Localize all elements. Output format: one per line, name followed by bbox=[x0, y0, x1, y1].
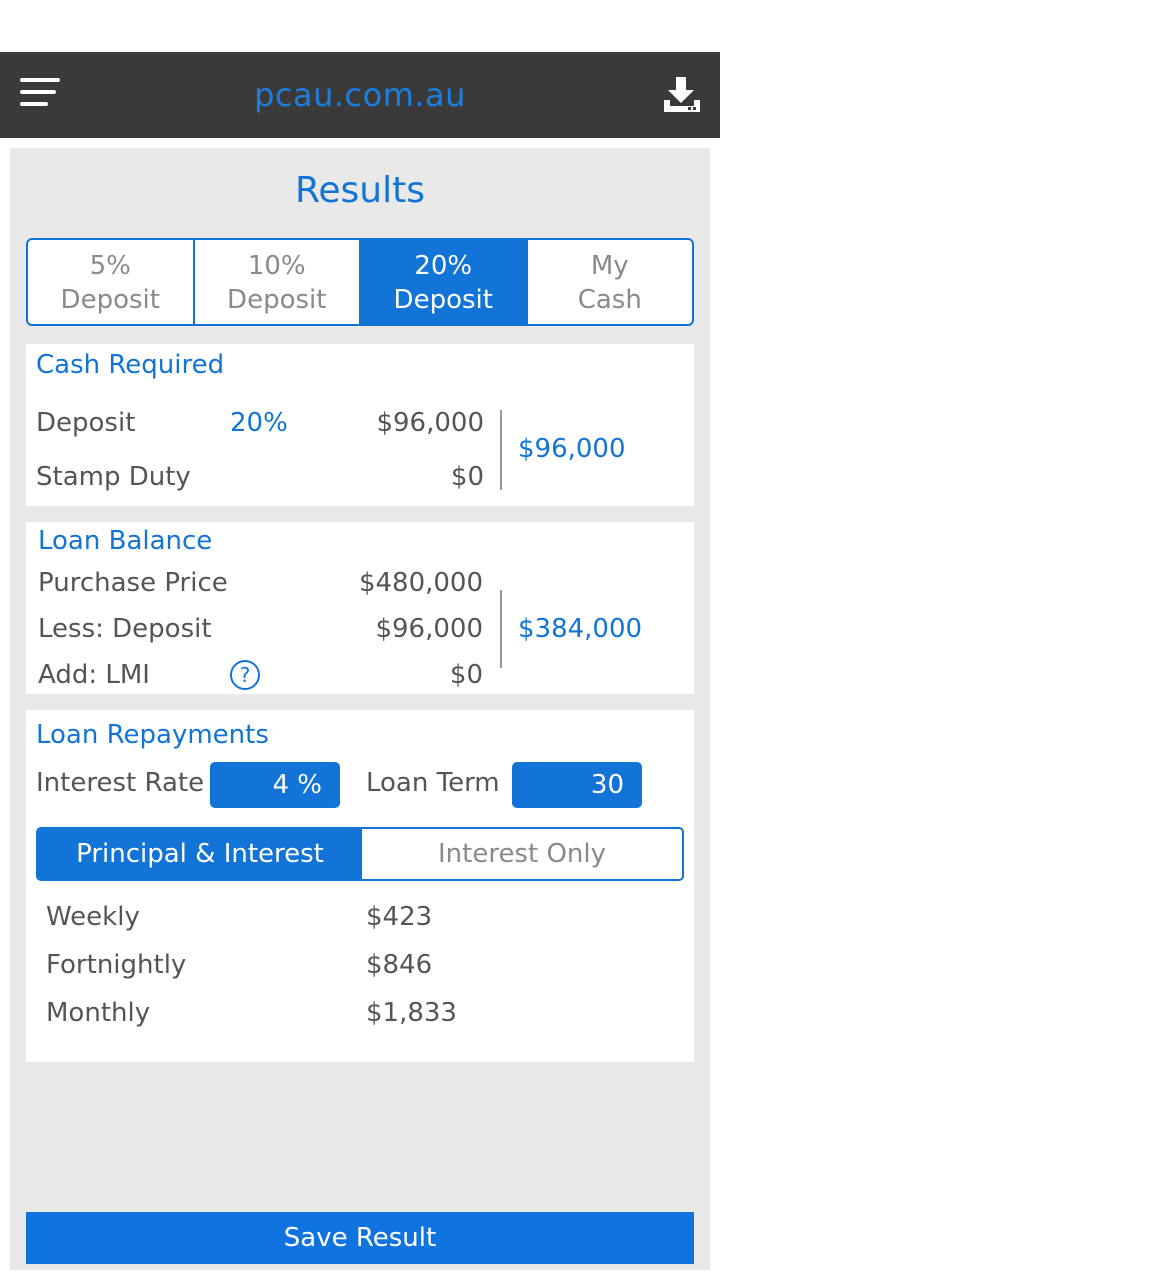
stamp-duty-value: $0 bbox=[450, 462, 484, 492]
loan-term-label: Loan Term bbox=[366, 768, 500, 798]
divider bbox=[500, 590, 502, 668]
tab-label-line2: Deposit bbox=[227, 285, 327, 315]
hamburger-menu-icon[interactable] bbox=[18, 76, 62, 116]
tab-label-line1: My bbox=[590, 251, 629, 281]
tab-label-line1: 20% bbox=[414, 251, 473, 281]
interest-rate-input[interactable]: 4 % bbox=[210, 762, 340, 808]
tab-10-percent-deposit[interactable]: 10% Deposit bbox=[195, 240, 361, 324]
top-bar: pcau.com.au bbox=[0, 52, 720, 138]
loan-repayments-title: Loan Repayments bbox=[36, 720, 269, 750]
less-deposit-value: $96,000 bbox=[375, 614, 483, 644]
deposit-value: $96,000 bbox=[376, 408, 484, 438]
divider bbox=[500, 410, 502, 490]
deposit-percent: 20% bbox=[230, 408, 288, 438]
app-screen: pcau.com.au Results 5% Deposit 10% Depos… bbox=[0, 0, 720, 1280]
tab-20-percent-deposit[interactable]: 20% Deposit bbox=[361, 240, 528, 324]
loan-balance-title: Loan Balance bbox=[38, 526, 213, 556]
tab-label-line1: 5% bbox=[89, 251, 131, 281]
tab-label-line2: Cash bbox=[577, 285, 642, 315]
interest-only-option[interactable]: Interest Only bbox=[362, 829, 682, 879]
tab-5-percent-deposit[interactable]: 5% Deposit bbox=[28, 240, 195, 324]
loan-balance-total: $384,000 bbox=[518, 614, 643, 644]
monthly-label: Monthly bbox=[46, 998, 151, 1028]
lmi-value: $0 bbox=[449, 660, 483, 690]
purchase-price-label: Purchase Price bbox=[38, 568, 228, 598]
principal-interest-option[interactable]: Principal & Interest bbox=[38, 829, 362, 879]
loan-balance-card: Loan Balance Purchase Price $480,000 Les… bbox=[26, 522, 694, 694]
fortnightly-value: $846 bbox=[366, 950, 433, 980]
save-result-button[interactable]: Save Result bbox=[26, 1212, 694, 1264]
weekly-value: $423 bbox=[366, 902, 433, 932]
results-title: Results bbox=[295, 170, 425, 211]
loan-term-input[interactable]: 30 bbox=[512, 762, 642, 808]
repayment-type-toggle: Principal & Interest Interest Only bbox=[36, 827, 684, 881]
cash-required-title: Cash Required bbox=[36, 350, 225, 380]
purchase-price-value: $480,000 bbox=[358, 568, 483, 598]
lmi-label: Add: LMI bbox=[38, 660, 150, 690]
results-panel: Results 5% Deposit 10% Deposit 20% Depos… bbox=[10, 148, 710, 1270]
weekly-label: Weekly bbox=[46, 902, 140, 932]
loan-repayments-card: Loan Repayments Interest Rate 4 % Loan T… bbox=[26, 710, 694, 1062]
tab-label-line2: Deposit bbox=[60, 285, 160, 315]
tab-label-line1: 10% bbox=[247, 251, 306, 281]
deposit-tabs: 5% Deposit 10% Deposit 20% Deposit My Ca… bbox=[26, 238, 694, 326]
download-icon[interactable] bbox=[660, 74, 704, 118]
monthly-value: $1,833 bbox=[366, 998, 457, 1028]
deposit-label: Deposit bbox=[36, 408, 136, 438]
stamp-duty-label: Stamp Duty bbox=[36, 462, 191, 492]
interest-rate-label: Interest Rate bbox=[36, 768, 205, 798]
tab-label-line2: Deposit bbox=[393, 285, 493, 315]
help-icon[interactable]: ? bbox=[230, 660, 260, 690]
fortnightly-label: Fortnightly bbox=[46, 950, 187, 980]
less-deposit-label: Less: Deposit bbox=[38, 614, 212, 644]
cash-required-card: Cash Required Deposit 20% $96,000 Stamp … bbox=[26, 344, 694, 506]
tab-my-cash[interactable]: My Cash bbox=[528, 240, 693, 324]
site-title: pcau.com.au bbox=[254, 76, 466, 114]
cash-required-total: $96,000 bbox=[518, 434, 626, 464]
